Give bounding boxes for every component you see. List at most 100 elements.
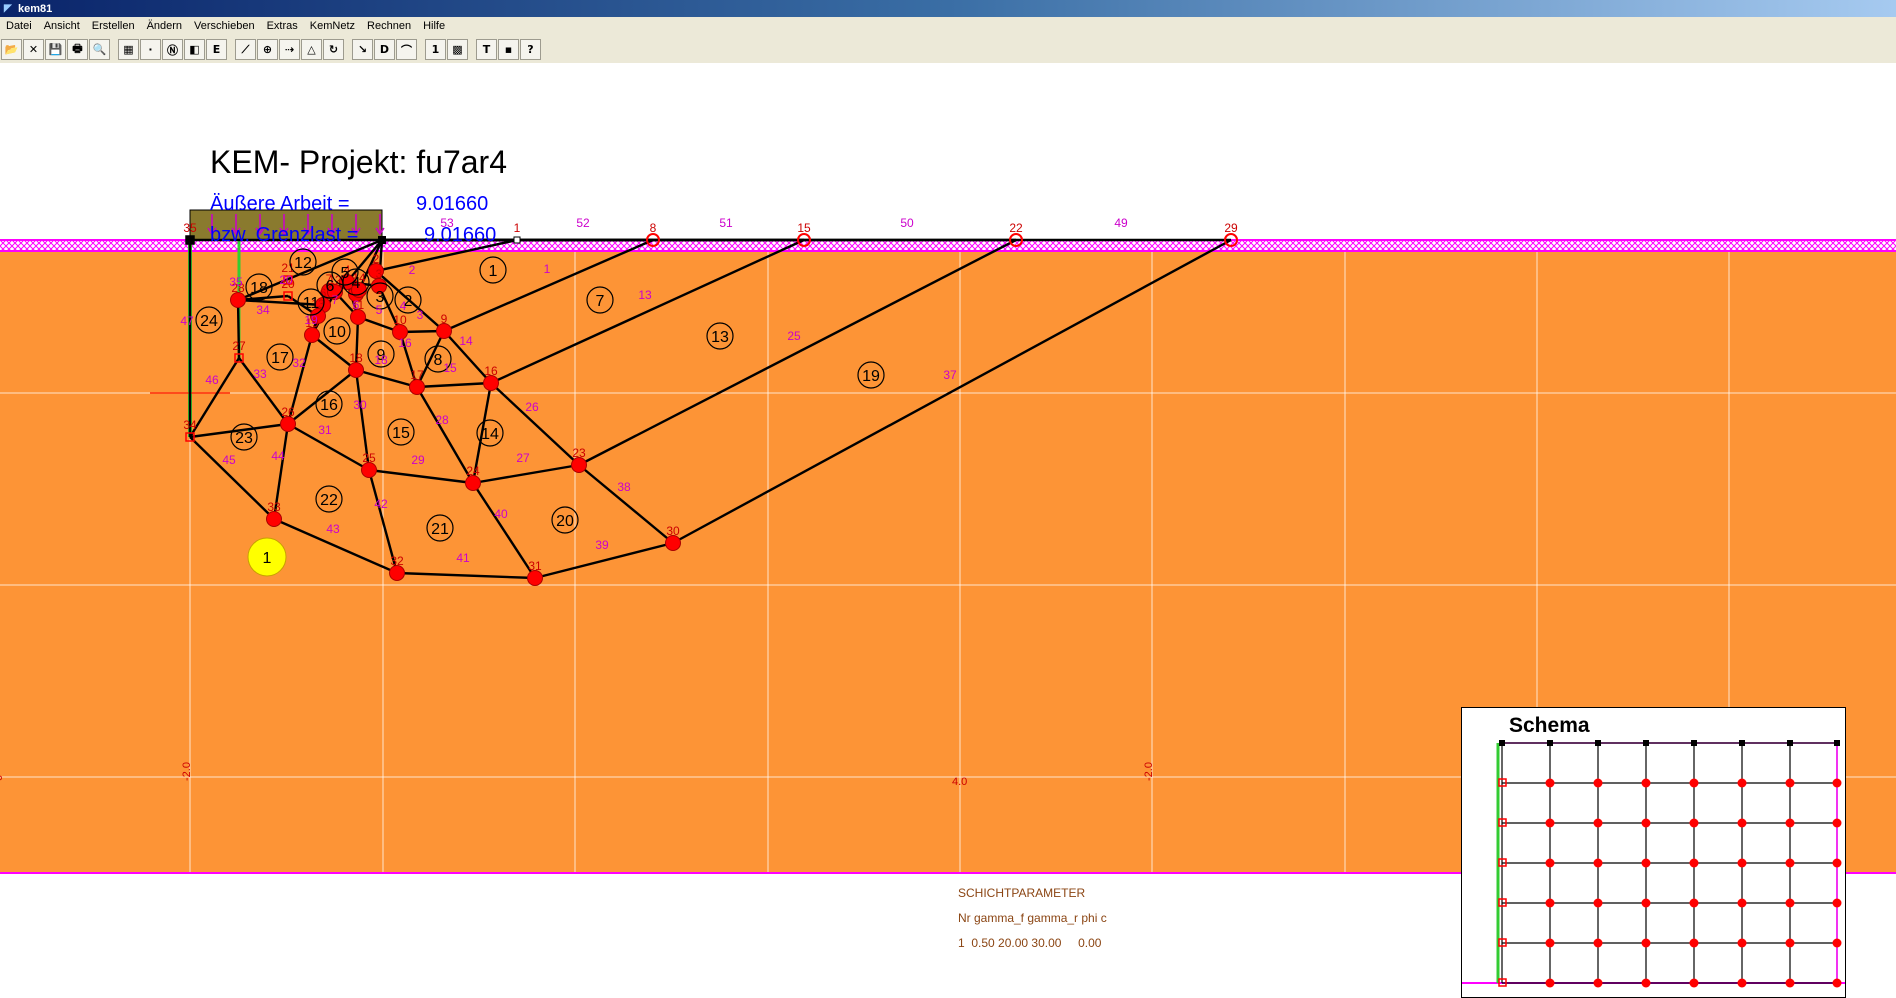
node-label: 18 — [349, 351, 363, 365]
edge-label: 49 — [1114, 216, 1128, 230]
outer-work-label: Äußere Arbeit = — [210, 193, 350, 215]
edge-label: 19 — [304, 313, 318, 327]
app-icon: ◤ — [4, 2, 12, 14]
matrix-icon[interactable]: ▩ — [447, 39, 468, 60]
node-square — [185, 235, 195, 245]
curve-icon[interactable]: ⌒ — [396, 39, 417, 60]
move-icon[interactable]: ⇢ — [279, 39, 300, 60]
node-label: 34 — [183, 418, 197, 432]
element-label: 19 — [862, 368, 880, 385]
element-label: 12 — [294, 255, 312, 272]
schema-node — [1832, 938, 1842, 948]
rotate-icon[interactable]: ↻ — [323, 39, 344, 60]
node-label: 1 — [514, 221, 521, 235]
edge-label: 28 — [435, 413, 449, 427]
axis-label-neg2-right: -2.0 — [1143, 762, 1155, 781]
schema-node-top — [1643, 740, 1649, 746]
close-icon[interactable]: ✕ — [23, 39, 44, 60]
node-label: 22 — [1009, 221, 1023, 235]
schema-thumbnail — [1462, 740, 1845, 988]
text-icon[interactable]: T — [476, 39, 497, 60]
element-label: 1 — [489, 263, 498, 280]
schema-node — [1545, 818, 1555, 828]
node-label: 31 — [528, 559, 542, 573]
schema-node — [1593, 778, 1603, 788]
limit-load-label: bzw. Grenzlast = — [210, 224, 359, 246]
help-icon[interactable]: ? — [520, 39, 541, 60]
zoom-icon[interactable]: ⊕ — [257, 39, 278, 60]
edge-label: 5 — [376, 303, 383, 317]
point-icon[interactable]: · — [140, 39, 161, 60]
layer-params-columns: Nr gamma_f gamma_r phi c — [958, 911, 1107, 925]
edge-label: 30 — [353, 398, 367, 412]
node-label: 24 — [466, 464, 480, 478]
save-icon[interactable]: 💾 — [45, 39, 66, 60]
layer-marker-label: 1 — [263, 550, 272, 567]
node-label: 2 — [373, 252, 380, 266]
element-label: 21 — [431, 521, 449, 538]
element-icon[interactable]: ◧ — [184, 39, 205, 60]
schema-node — [1545, 778, 1555, 788]
node-label: 15 — [797, 221, 811, 235]
node-label: 30 — [666, 524, 680, 538]
menu-erstellen[interactable]: Erstellen — [86, 17, 141, 36]
menu-hilfe[interactable]: Hilfe — [417, 17, 451, 36]
node-label: 9 — [441, 312, 448, 326]
schema-node — [1545, 938, 1555, 948]
schema-node — [1593, 858, 1603, 868]
schema-node-top — [1787, 740, 1793, 746]
element-label: 23 — [235, 430, 253, 447]
edge-label: 34 — [256, 303, 270, 317]
axis-label-pos4: 4.0 — [952, 776, 967, 788]
edge-label: 32 — [292, 356, 306, 370]
edge-label: 38 — [617, 480, 631, 494]
node-label: 27 — [232, 339, 246, 353]
outer-work-value: 9.01660 — [416, 193, 489, 215]
number-one-icon[interactable]: 1 — [425, 39, 446, 60]
edge-label: 2 — [409, 263, 416, 277]
open-icon[interactable]: 📂 — [1, 39, 22, 60]
node-label: 23 — [572, 446, 586, 460]
measure-icon[interactable]: ⟋ — [235, 39, 256, 60]
axis-label-neg2-left: -2.0 — [181, 762, 193, 781]
menu-extras[interactable]: Extras — [261, 17, 304, 36]
axis-label-left: 0 — [0, 775, 5, 781]
edit-e-icon[interactable]: E — [206, 39, 227, 60]
schema-node — [1832, 858, 1842, 868]
schema-node — [1832, 898, 1842, 908]
element-label: 4 — [352, 275, 361, 292]
schema-node — [1737, 818, 1747, 828]
window-titlebar[interactable]: ◤ kem81 — [0, 0, 1896, 17]
schema-node-top — [1739, 740, 1745, 746]
schema-node-top — [1595, 740, 1601, 746]
schema-node — [1737, 978, 1747, 988]
menu-datei[interactable]: Datei — [0, 17, 38, 36]
load-icon[interactable]: D — [374, 39, 395, 60]
triangle-icon[interactable]: △ — [301, 39, 322, 60]
menu-rechnen[interactable]: Rechnen — [361, 17, 417, 36]
edge-label: 41 — [456, 551, 470, 565]
arrow-down-icon[interactable]: ↘ — [352, 39, 373, 60]
edge-label: 42 — [374, 497, 388, 511]
element-label: 22 — [320, 492, 338, 509]
edge-label: 37 — [943, 368, 957, 382]
element-label: 18 — [250, 280, 268, 297]
menu-aendern[interactable]: Ändern — [141, 17, 188, 36]
schema-node — [1689, 858, 1699, 868]
edge-label: 33 — [253, 367, 267, 381]
node-icon[interactable]: Ⓝ — [162, 39, 183, 60]
menu-verschieben[interactable]: Verschieben — [188, 17, 261, 36]
drawing-canvas[interactable]: 1 2 3 4 5 6 7 8 9 10 11 12 13 14 15 16 17 18 19 20 21 22 23 24 2… — [0, 63, 1896, 998]
print-icon[interactable]: 🖶 — [67, 39, 88, 60]
schema-node — [1737, 778, 1747, 788]
print-preview-icon[interactable]: 🔍 — [89, 39, 110, 60]
schema-node — [1689, 898, 1699, 908]
schema-node — [1785, 778, 1795, 788]
menu-kemnetz[interactable]: KemNetz — [304, 17, 361, 36]
menu-ansicht[interactable]: Ansicht — [38, 17, 86, 36]
grid-icon[interactable]: ▦ — [118, 39, 139, 60]
schema-node — [1785, 858, 1795, 868]
element-label: 7 — [596, 293, 605, 310]
schema-panel[interactable]: Schema — [1461, 707, 1846, 998]
legend-icon[interactable]: ▪ — [498, 39, 519, 60]
